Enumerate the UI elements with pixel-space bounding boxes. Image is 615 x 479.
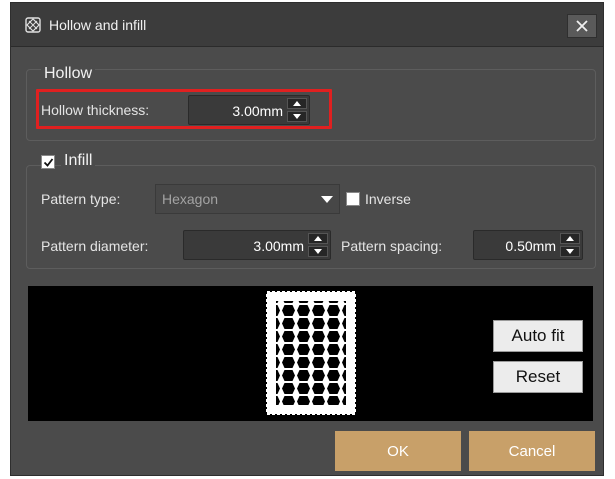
triangle-down-icon	[566, 249, 574, 254]
checkmark-icon	[43, 157, 53, 167]
reset-button[interactable]: Reset	[493, 361, 583, 393]
pattern-spacing-label: Pattern spacing:	[341, 238, 443, 254]
pattern-diameter-increment[interactable]	[308, 233, 328, 244]
inverse-checkbox[interactable]	[346, 192, 360, 206]
pattern-diameter-decrement[interactable]	[308, 246, 328, 257]
ok-button[interactable]: OK	[335, 431, 461, 471]
close-button[interactable]	[567, 14, 597, 38]
hollow-group-title: Hollow	[41, 65, 96, 83]
pattern-spacing-decrement[interactable]	[560, 246, 580, 257]
pattern-spacing-spinbox[interactable]: 0.50mm	[473, 230, 583, 260]
triangle-up-icon	[314, 236, 322, 241]
pattern-diameter-value: 3.00mm	[253, 238, 304, 254]
title-bar[interactable]: Hollow and infill	[11, 3, 603, 47]
close-icon	[576, 20, 588, 32]
pattern-diameter-spinbox[interactable]: 3.00mm	[183, 230, 331, 260]
window-title: Hollow and infill	[49, 17, 147, 33]
triangle-down-icon	[314, 249, 322, 254]
pattern-type-value: Hexagon	[162, 191, 219, 207]
pattern-spacing-increment[interactable]	[560, 233, 580, 244]
pattern-spacing-value: 0.50mm	[505, 238, 556, 254]
hollow-infill-dialog: Hollow and infill Hollow Hollow thicknes…	[10, 2, 604, 476]
highlight-box	[36, 89, 332, 129]
dropdown-arrow-icon	[321, 196, 333, 203]
inverse-label: Inverse	[365, 191, 411, 207]
triangle-up-icon	[566, 236, 574, 241]
pattern-type-label: Pattern type:	[41, 191, 121, 207]
auto-fit-button[interactable]: Auto fit	[493, 320, 583, 352]
hexagon-pattern-preview	[266, 291, 356, 415]
infill-preview: Auto fit Reset	[28, 286, 593, 421]
infill-checkbox[interactable]	[41, 155, 55, 169]
cancel-button[interactable]: Cancel	[469, 431, 595, 471]
pattern-type-dropdown[interactable]: Hexagon	[155, 184, 340, 214]
hexagon-pattern-icon	[25, 17, 41, 33]
infill-group-title: Infill	[61, 152, 96, 170]
pattern-diameter-label: Pattern diameter:	[41, 238, 149, 254]
